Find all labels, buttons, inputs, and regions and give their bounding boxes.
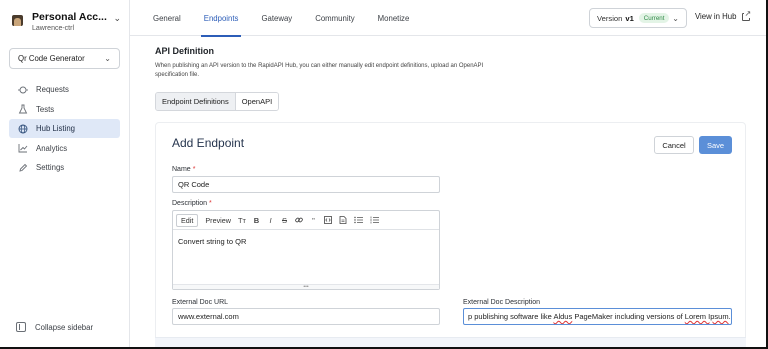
avatar xyxy=(12,15,23,26)
link-icon[interactable] xyxy=(295,216,303,224)
description-editor-content: Convert string to QR xyxy=(178,237,247,246)
save-button[interactable]: Save xyxy=(699,136,732,154)
account-name: Personal Acc... xyxy=(32,11,107,23)
next-section-strip xyxy=(155,337,746,347)
required-mark: * xyxy=(192,166,196,173)
text-size-icon[interactable]: Tт xyxy=(238,216,246,225)
version-value: v1 xyxy=(625,13,634,23)
bold-icon[interactable]: B xyxy=(253,216,260,225)
sidebar-item-label: Requests xyxy=(36,85,69,94)
card-title: Add Endpoint xyxy=(172,136,245,150)
name-label: Name * xyxy=(172,166,196,173)
openapi-option[interactable]: OpenAPI xyxy=(235,93,279,110)
version-label: Version xyxy=(597,13,623,23)
code-icon[interactable] xyxy=(324,216,332,224)
sidebar-item-label: Tests xyxy=(36,104,55,114)
account-switcher[interactable]: Personal Acc... Lawrence-ctrl ⌄ xyxy=(12,10,124,36)
tab-bar: General Endpoints Gateway Community Mone… xyxy=(153,0,432,37)
view-in-hub-link[interactable]: View in Hub xyxy=(695,9,752,21)
required-mark: * xyxy=(209,200,212,207)
tab-community[interactable]: Community xyxy=(315,0,354,36)
requests-icon xyxy=(16,85,30,95)
strikethrough-icon[interactable]: S xyxy=(281,216,288,225)
description-label: Description * xyxy=(172,200,212,207)
chevron-down-icon: ⌄ xyxy=(672,13,679,23)
main-content: API Definition When publishing an API ve… xyxy=(130,37,766,347)
tab-monetize[interactable]: Monetize xyxy=(378,0,410,36)
chart-line-icon xyxy=(16,143,30,153)
sidebar-item-label: Analytics xyxy=(36,143,68,153)
sidebar-nav: Requests Tests Hub Listing Analytics Set… xyxy=(9,80,120,178)
tab-endpoints[interactable]: Endpoints xyxy=(200,0,242,37)
editor-toolbar: Edit Preview Tт B I S " xyxy=(173,211,439,230)
external-doc-description-field[interactable]: p publishing software like Aldus PageMak… xyxy=(463,308,732,325)
tab-gateway[interactable]: Gateway xyxy=(261,0,292,36)
image-icon[interactable] xyxy=(339,216,347,224)
external-doc-description-value: p publishing software like Aldus PageMak… xyxy=(468,312,731,321)
project-select[interactable]: Qr Code Generator ⌄ xyxy=(9,48,120,69)
resize-handle[interactable]: ••• xyxy=(173,284,439,289)
sidebar-item-settings[interactable]: Settings xyxy=(9,158,120,177)
version-select[interactable]: Version v1 Current ⌄ xyxy=(589,8,687,28)
edit-tab[interactable]: Edit xyxy=(176,213,199,227)
name-field-value: QR Code xyxy=(178,180,210,189)
pencil-icon xyxy=(16,163,30,173)
flask-icon xyxy=(16,104,30,114)
external-link-icon xyxy=(742,9,752,21)
external-doc-url-label: External Doc URL xyxy=(172,299,229,306)
quote-icon[interactable]: " xyxy=(310,216,317,225)
cancel-button[interactable]: Cancel xyxy=(654,136,694,154)
collapse-sidebar-button[interactable]: Collapse sidebar xyxy=(16,322,93,332)
tab-general[interactable]: General xyxy=(153,0,181,36)
external-doc-url-field[interactable]: www.external.com xyxy=(172,308,440,325)
sidebar-item-tests[interactable]: Tests xyxy=(9,100,120,119)
external-doc-description-label: External Doc Description xyxy=(463,299,541,306)
sidebar-toggle-icon xyxy=(16,322,26,332)
sidebar-item-requests[interactable]: Requests xyxy=(9,80,120,99)
numbered-list-icon[interactable] xyxy=(370,216,379,224)
collapse-sidebar-label: Collapse sidebar xyxy=(35,322,94,332)
sidebar: Personal Acc... Lawrence-ctrl ⌄ Qr Code … xyxy=(0,0,130,349)
chevron-down-icon: ⌄ xyxy=(113,13,121,23)
account-username: Lawrence-ctrl xyxy=(32,25,75,32)
project-select-value: Qr Code Generator xyxy=(18,54,85,63)
name-field[interactable]: QR Code xyxy=(172,176,440,193)
italic-icon[interactable]: I xyxy=(267,216,274,225)
sidebar-item-analytics[interactable]: Analytics xyxy=(9,139,120,158)
sidebar-item-label: Settings xyxy=(36,163,65,172)
sidebar-item-hub-listing[interactable]: Hub Listing xyxy=(9,119,120,138)
globe-icon xyxy=(16,124,30,134)
status-badge: Current xyxy=(638,13,670,23)
view-in-hub-label: View in Hub xyxy=(695,12,737,21)
preview-tab[interactable]: Preview xyxy=(205,216,231,225)
sidebar-item-label: Hub Listing xyxy=(36,124,76,133)
definition-mode-toggle: Endpoint Definitions OpenAPI xyxy=(155,92,280,111)
description-editor[interactable]: Edit Preview Tт B I S " Convert string t… xyxy=(172,210,440,290)
section-title: API Definition xyxy=(155,46,214,56)
endpoint-definitions-option[interactable]: Endpoint Definitions xyxy=(156,93,236,110)
top-bar: General Endpoints Gateway Community Mone… xyxy=(130,0,766,37)
chevron-down-icon: ⌄ xyxy=(104,54,111,63)
bullet-list-icon[interactable] xyxy=(354,216,363,224)
section-description: When publishing an API version to the Ra… xyxy=(155,63,484,78)
add-endpoint-card: Add Endpoint Cancel Save Name * QR Code D… xyxy=(155,122,746,347)
external-doc-url-value: www.external.com xyxy=(178,312,239,321)
